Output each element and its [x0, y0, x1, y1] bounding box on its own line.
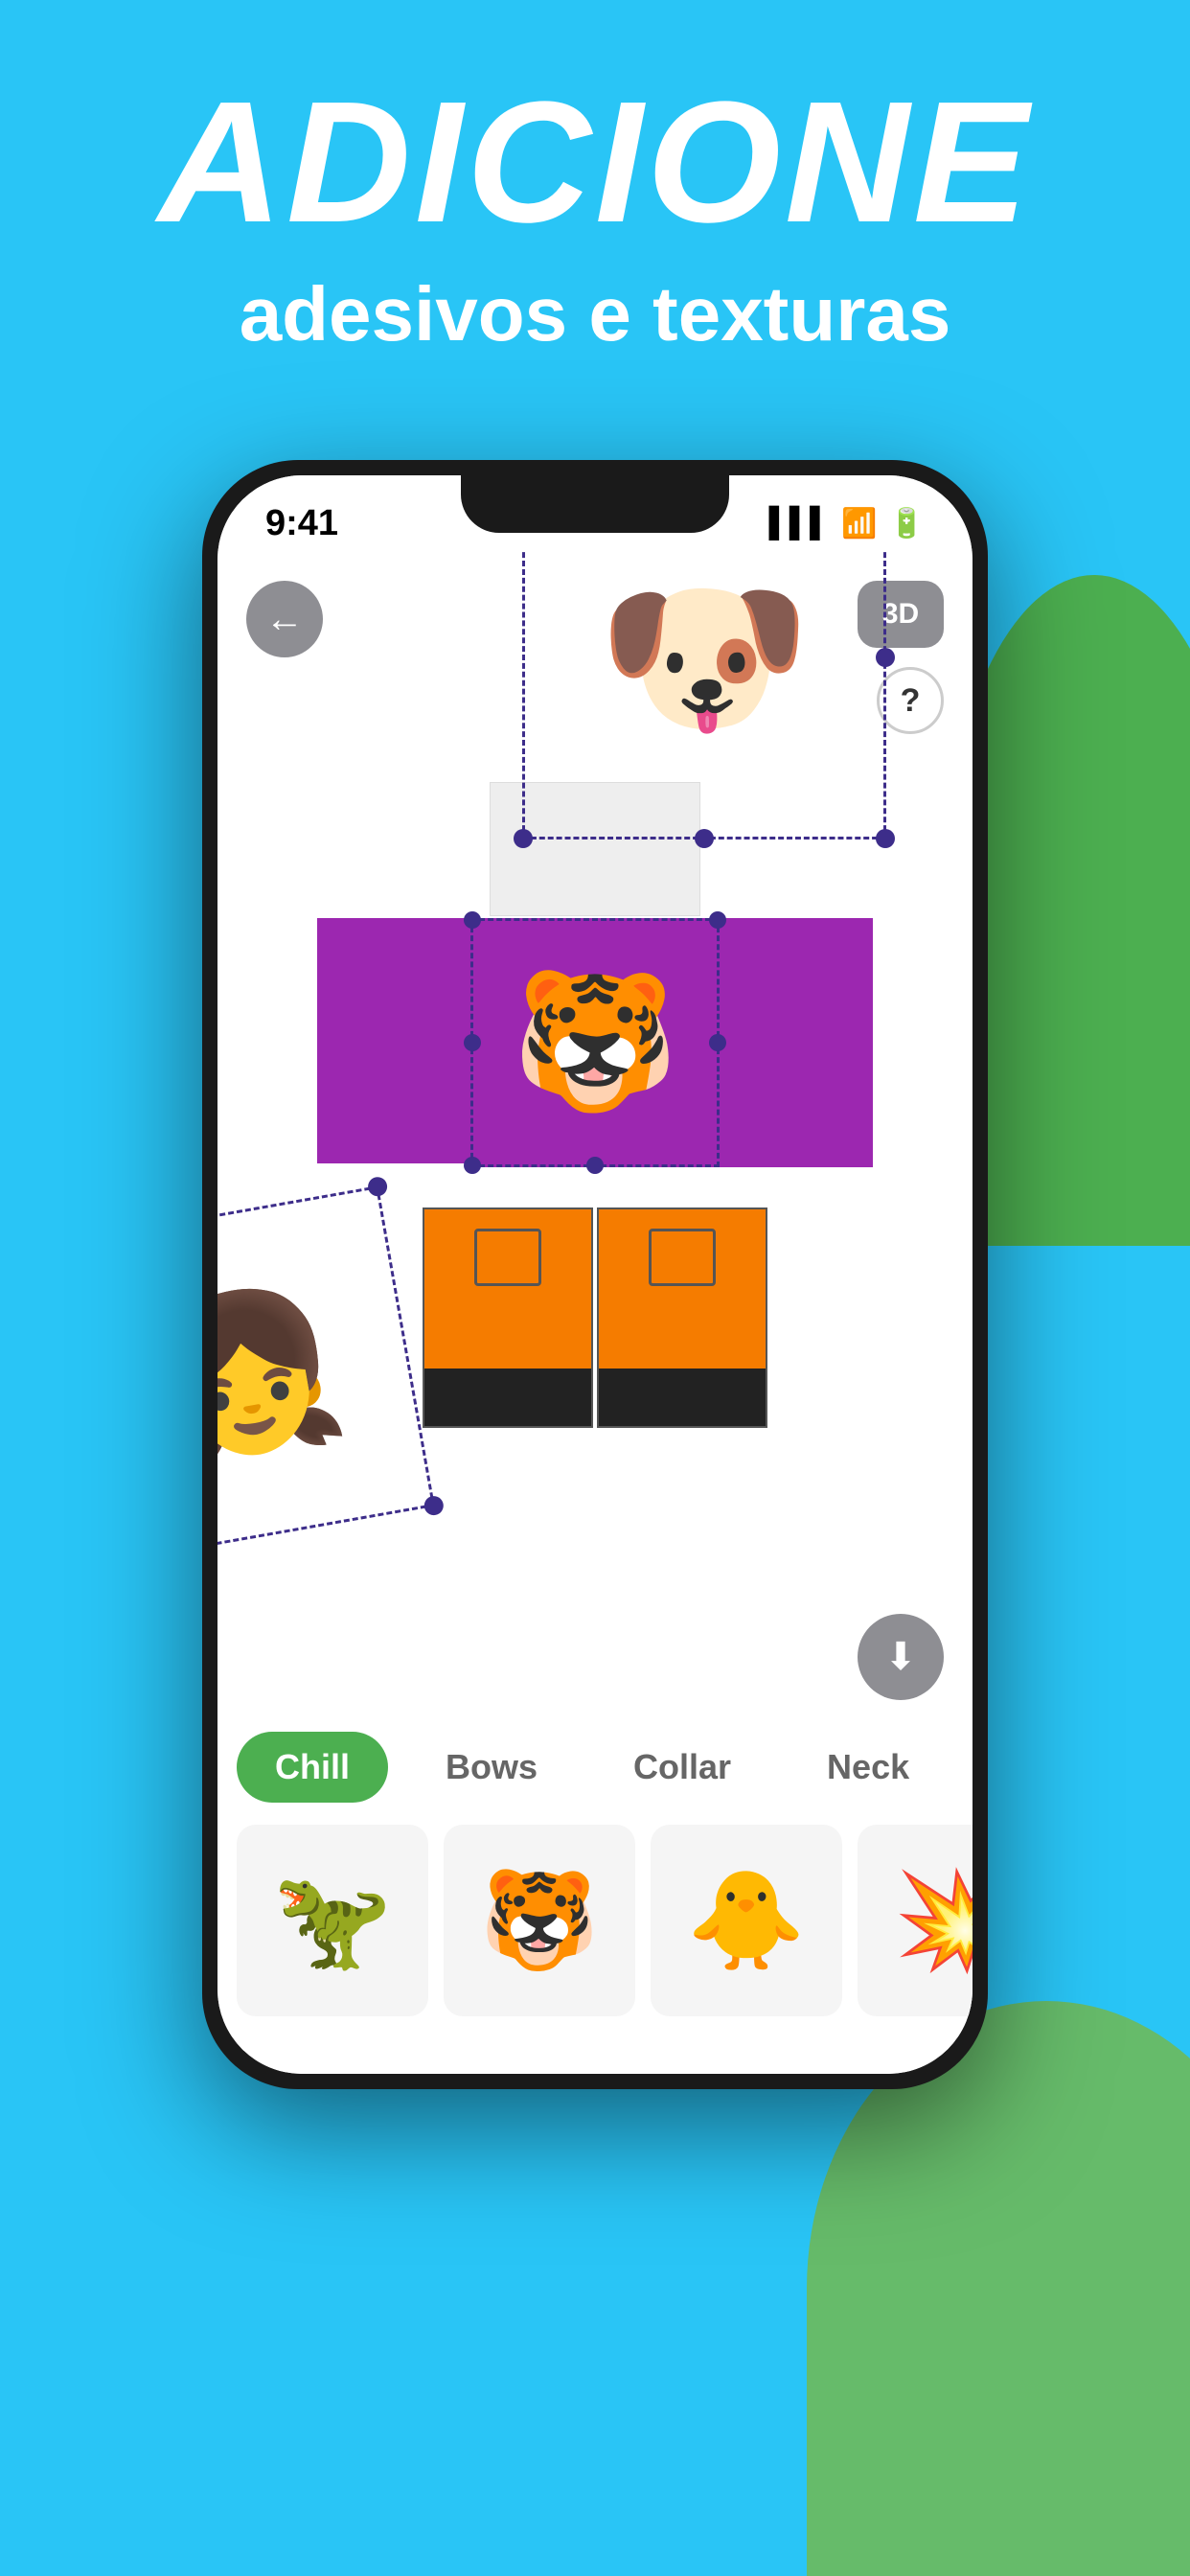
shirt-right-sleeve-container — [720, 918, 873, 1206]
signal-icon: ▌▌▌ — [769, 507, 831, 540]
pants-pocket-right — [649, 1229, 716, 1286]
header-section: ADICIONE adesivos e texturas — [0, 77, 1190, 360]
shirt-main-row: 🐯 — [317, 918, 873, 1206]
phone-notch — [461, 475, 729, 533]
header-title: ADICIONE — [0, 77, 1190, 249]
pants-left — [423, 1208, 593, 1428]
sticker-cell-explosion[interactable]: 💥 — [858, 1825, 973, 2016]
anime-corner-br — [423, 1495, 445, 1517]
category-tab-bows[interactable]: Bows — [407, 1732, 576, 1803]
download-button[interactable]: ⬇ — [858, 1614, 944, 1700]
duck-emoji: 🐥 — [687, 1865, 807, 1977]
sticker-cell-duck[interactable]: 🐥 — [651, 1825, 842, 2016]
selection-corner-bl — [514, 829, 533, 848]
shirt-left-sleeve — [317, 918, 470, 1206]
selection-corner-rm — [876, 648, 895, 667]
body-sel-mr — [709, 1034, 726, 1051]
body-sel-bm — [586, 1157, 604, 1174]
body-sel-tr — [709, 911, 726, 929]
dog-sticker-selected[interactable]: 🐶 — [522, 552, 886, 840]
dinosaur-emoji: 🦖 — [273, 1865, 393, 1977]
body-sel-ml — [464, 1034, 481, 1051]
pants-pocket-left — [474, 1229, 541, 1286]
3d-label: 3D — [882, 598, 919, 631]
categories-bar: Chill Bows Collar Neck — [217, 1729, 973, 1806]
tiger-sticker: 🐯 — [512, 964, 678, 1121]
dog-sticker-emoji: 🐶 — [525, 552, 883, 837]
sleeve-left-purple — [317, 918, 470, 1167]
category-tab-neck[interactable]: Neck — [789, 1732, 948, 1803]
sleeve-right-purple — [720, 918, 873, 1167]
body-sel-tl — [464, 911, 481, 929]
battery-icon: 🔋 — [889, 507, 925, 540]
sticker-grid: 🦖 🐯 🐥 💥 — [217, 1825, 973, 2055]
wifi-icon: 📶 — [841, 507, 877, 540]
selection-corner-bm — [695, 829, 714, 848]
tiger-face-emoji: 🐯 — [480, 1865, 600, 1977]
phone-outer: 9:41 ▌▌▌ 📶 🔋 ← 3D ? — [202, 460, 988, 2089]
help-icon: ? — [901, 682, 921, 720]
header-subtitle: adesivos e texturas — [0, 268, 1190, 360]
help-button[interactable]: ? — [877, 667, 944, 734]
sticker-cell-tiger[interactable]: 🐯 — [444, 1825, 635, 2016]
phone-content: ← 3D ? 🐶 — [217, 552, 973, 2074]
pants-right — [597, 1208, 767, 1428]
status-time: 9:41 — [265, 503, 338, 544]
selection-corner-br — [876, 829, 895, 848]
back-button[interactable]: ← — [246, 581, 323, 657]
shirt-body-selected[interactable]: 🐯 — [470, 918, 720, 1167]
category-tab-chill[interactable]: Chill — [237, 1732, 388, 1803]
sticker-cell-dinosaur[interactable]: 🦖 — [237, 1825, 428, 2016]
body-sel-bl — [464, 1157, 481, 1174]
download-icon: ⬇ — [884, 1635, 917, 1679]
status-icons: ▌▌▌ 📶 🔋 — [769, 507, 925, 540]
category-tab-collar[interactable]: Collar — [595, 1732, 769, 1803]
pants-bottom-right — [599, 1368, 766, 1426]
phone-mockup: 9:41 ▌▌▌ 📶 🔋 ← 3D ? — [202, 460, 988, 2089]
sleeve-right-white — [720, 1167, 873, 1206]
explosion-emoji: 💥 — [894, 1865, 973, 1977]
back-arrow-icon: ← — [265, 598, 304, 641]
phone-inner: 9:41 ▌▌▌ 📶 🔋 ← 3D ? — [217, 475, 973, 2074]
pants-bottom-left — [424, 1368, 591, 1426]
